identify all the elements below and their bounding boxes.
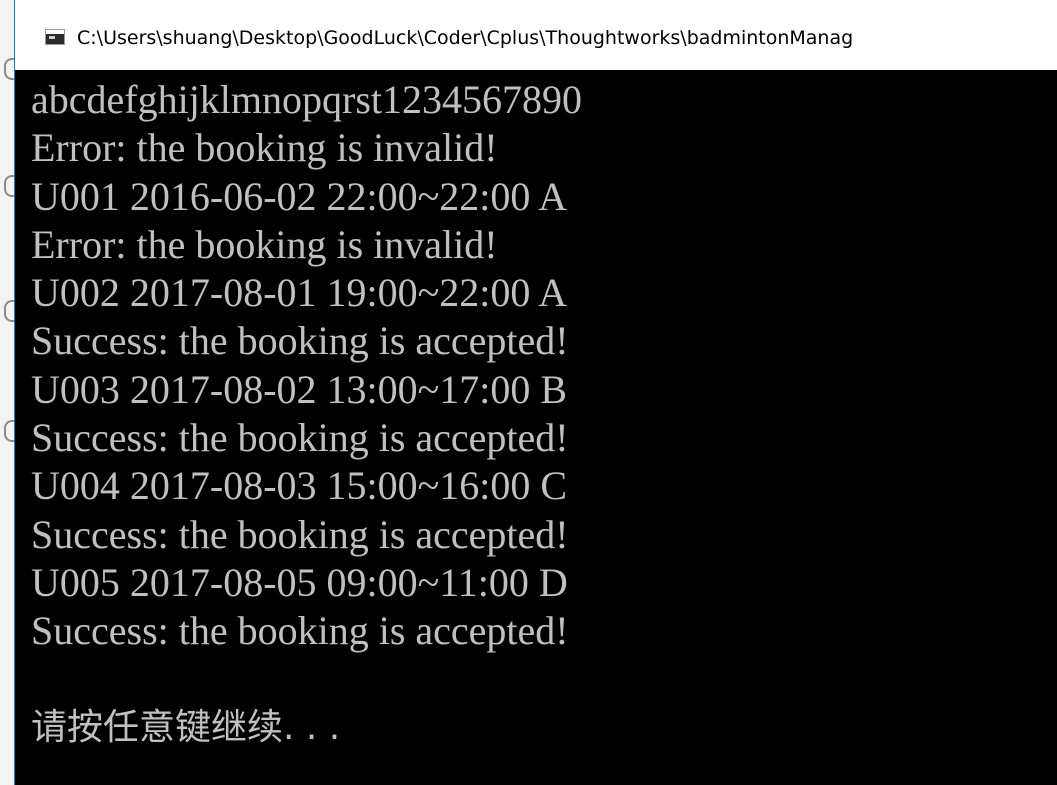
console-line: U004 2017-08-03 15:00~16:00 C (31, 463, 568, 509)
console-output[interactable]: abcdefghijklmnopqrst1234567890 Error: th… (31, 76, 1057, 785)
console-line: U001 2016-06-02 22:00~22:00 A (31, 173, 568, 219)
console-line: Error: the booking is invalid! (31, 125, 498, 171)
console-app-icon[interactable] (45, 29, 65, 45)
background-bracket-icon (4, 300, 14, 322)
console-line: Success: the booking is accepted! (31, 608, 569, 654)
console-line: Success: the booking is accepted! (31, 511, 569, 557)
console-line: U002 2017-08-01 19:00~22:00 A (31, 270, 568, 316)
console-window[interactable]: C:\Users\shuang\Desktop\GoodLuck\Coder\C… (14, 0, 1057, 785)
window-title: C:\Users\shuang\Desktop\GoodLuck\Coder\C… (77, 27, 854, 49)
background-window-edge (0, 0, 14, 785)
background-bracket-icon (4, 175, 14, 197)
background-bracket-icon (4, 420, 14, 442)
console-line: U003 2017-08-02 13:00~17:00 B (31, 366, 568, 412)
background-bracket-icon (4, 58, 14, 80)
console-line: Success: the booking is accepted! (31, 415, 569, 461)
console-line: abcdefghijklmnopqrst1234567890 (31, 77, 583, 122)
console-line: Error: the booking is invalid! (31, 221, 498, 267)
screen: C:\Users\shuang\Desktop\GoodLuck\Coder\C… (0, 0, 1057, 785)
console-line: U005 2017-08-05 09:00~11:00 D (31, 559, 568, 605)
console-line: Success: the booking is accepted! (31, 318, 569, 364)
press-any-key-prompt: 请按任意键继续. . . (31, 706, 341, 748)
title-bar[interactable]: C:\Users\shuang\Desktop\GoodLuck\Coder\C… (15, 0, 1057, 70)
